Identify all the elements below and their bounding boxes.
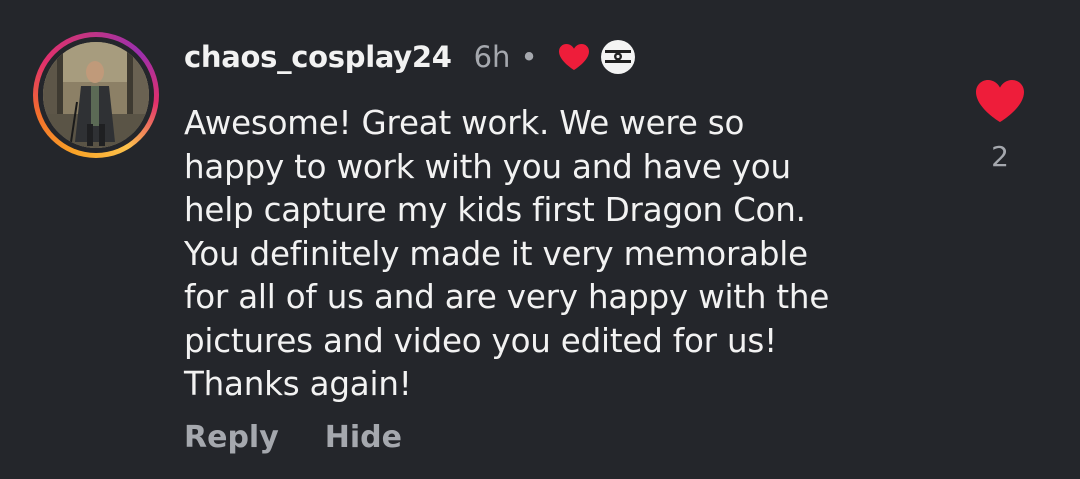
reply-button[interactable]: Reply [184, 420, 279, 455]
like-heart-icon[interactable] [974, 78, 1026, 124]
separator-dot: • [520, 40, 538, 74]
story-ring[interactable] [33, 32, 159, 158]
comment-item: chaos_cosplay24 6h • Awesome! Great work… [0, 0, 1080, 479]
comment-actions: Reply Hide [184, 420, 402, 455]
like-column: 2 [974, 78, 1026, 173]
creator-avatar-icon [600, 39, 636, 75]
like-count: 2 [991, 140, 1009, 173]
username[interactable]: chaos_cosplay24 [184, 40, 452, 74]
comment-header: chaos_cosplay24 6h • [184, 36, 636, 78]
avatar-photo [43, 42, 149, 148]
timestamp: 6h [473, 40, 511, 74]
comment-text: Awesome! Great work. We were so happy to… [184, 104, 830, 403]
red-heart-icon [558, 43, 590, 71]
hide-button[interactable]: Hide [325, 420, 402, 455]
avatar[interactable] [43, 42, 149, 148]
